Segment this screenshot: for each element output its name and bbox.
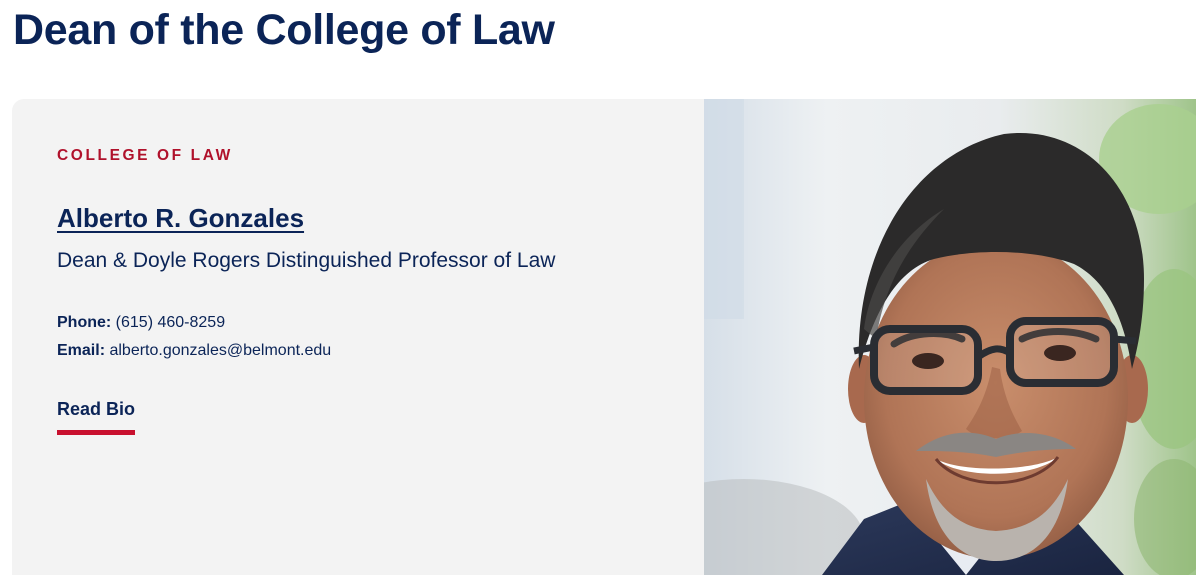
- phone-label: Phone:: [57, 314, 112, 331]
- phone-value[interactable]: (615) 460-8259: [116, 314, 225, 331]
- profile-card: COLLEGE OF LAW Alberto R. Gonzales Dean …: [12, 99, 1196, 575]
- profile-name-link[interactable]: Alberto R. Gonzales: [57, 203, 304, 234]
- profile-photo: [704, 99, 1196, 575]
- department-eyebrow: COLLEGE OF LAW: [57, 147, 233, 164]
- profile-job-title: Dean & Doyle Rogers Distinguished Profes…: [57, 249, 556, 272]
- phone-row: Phone: (615) 460-8259: [57, 314, 225, 332]
- email-row: Email: alberto.gonzales@belmont.edu: [57, 342, 331, 360]
- email-value[interactable]: alberto.gonzales@belmont.edu: [109, 342, 331, 359]
- page: Dean of the College of Law COLLEGE OF LA…: [0, 0, 1196, 575]
- email-label: Email:: [57, 342, 106, 359]
- read-bio-link[interactable]: Read Bio: [57, 399, 136, 435]
- page-title: Dean of the College of Law: [13, 6, 555, 54]
- profile-info: COLLEGE OF LAW Alberto R. Gonzales Dean …: [12, 99, 704, 575]
